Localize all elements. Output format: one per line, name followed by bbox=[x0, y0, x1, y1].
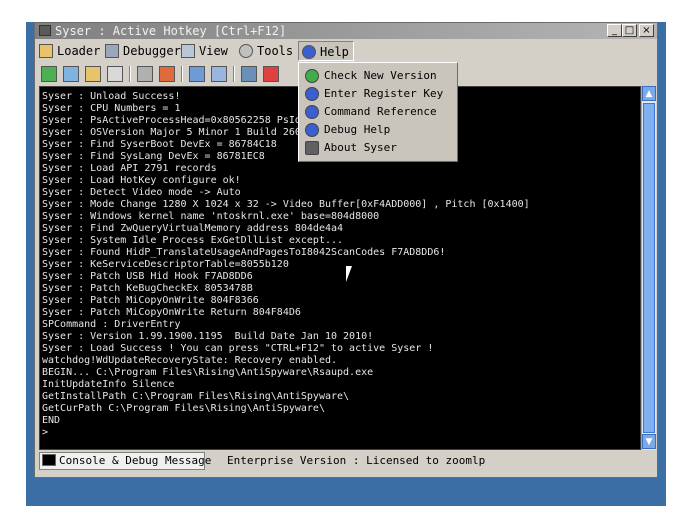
tools-icon bbox=[239, 44, 253, 58]
menu-loader-label: Loader bbox=[57, 44, 101, 58]
console-line: BEGIN... C:\Program Files\Rising\AntiSpy… bbox=[42, 367, 374, 378]
menu-item-debug-help[interactable]: Debug Help bbox=[301, 121, 455, 139]
console-line: Syser : Windows kernel name 'ntoskrnl.ex… bbox=[42, 211, 380, 222]
console-line: Syser : Mode Change 1280 X 1024 x 32 -> … bbox=[42, 199, 530, 210]
status-bar: Console & Debug Message Enterprise Versi… bbox=[39, 452, 657, 470]
console-icon bbox=[42, 454, 56, 466]
stop-icon[interactable] bbox=[159, 66, 175, 82]
toolbar-separator bbox=[233, 66, 235, 82]
console-line: SPCommand : DriverEntry bbox=[42, 319, 181, 330]
close-button[interactable]: × bbox=[639, 24, 654, 37]
menu-item-command-reference[interactable]: Command Reference bbox=[301, 103, 455, 121]
tab-console-debug-message[interactable]: Console & Debug Message bbox=[39, 452, 211, 470]
console-line: Syser : Patch MiCopyOnWrite Return 804F8… bbox=[42, 307, 301, 318]
open-icon[interactable] bbox=[41, 66, 57, 82]
menu-loader[interactable]: Loader bbox=[39, 41, 100, 61]
menu-bar: Loader Debugger View Tools Help bbox=[35, 40, 657, 62]
breakpoint-icon[interactable] bbox=[241, 66, 257, 82]
debugger-icon bbox=[105, 44, 119, 58]
console-line: GetCurPath C:\Program Files\Rising\AntiS… bbox=[42, 403, 325, 414]
console-line: Syser : Load HotKey configure ok! bbox=[42, 175, 241, 186]
trace-icon[interactable] bbox=[211, 66, 227, 82]
maximize-button[interactable]: □ bbox=[622, 24, 637, 37]
menu-item-about-syser[interactable]: About Syser bbox=[301, 139, 455, 157]
tab-console-label: Console & Debug Message bbox=[59, 454, 212, 467]
menu-item-check-new-version[interactable]: Check New Version bbox=[301, 67, 455, 85]
menu-help[interactable]: Help bbox=[298, 41, 354, 61]
step-icon[interactable] bbox=[189, 66, 205, 82]
toolbar-separator bbox=[129, 66, 131, 82]
app-icon bbox=[39, 25, 51, 36]
refresh-icon[interactable] bbox=[63, 66, 79, 82]
menu-item-label: About Syser bbox=[324, 141, 397, 154]
module-icon[interactable] bbox=[85, 66, 101, 82]
scroll-up-icon[interactable]: ▲ bbox=[642, 86, 656, 101]
console-line: watchdog!WdUpdateRecoveryState: Recovery… bbox=[42, 355, 338, 366]
menu-debugger-label: Debugger bbox=[123, 44, 181, 58]
menu-item-enter-register-key[interactable]: Enter Register Key bbox=[301, 85, 455, 103]
menu-item-label: Enter Register Key bbox=[324, 87, 444, 100]
globe-icon bbox=[305, 69, 319, 83]
console-line: END bbox=[42, 415, 61, 426]
console-line: Syser : Find ZwQueryVirtualMemory addres… bbox=[42, 223, 344, 234]
console-line: Syser : Patch USB Hid Hook F7AD8DD6 bbox=[42, 271, 253, 282]
scroll-down-icon[interactable]: ▼ bbox=[642, 434, 656, 449]
console-line: Syser : Load API 2791 records bbox=[42, 163, 217, 174]
console-line: Syser : Patch MiCopyOnWrite 804F8366 bbox=[42, 295, 259, 306]
menu-view-label: View bbox=[199, 44, 228, 58]
console-line: Syser : Patch KeBugCheckEx 8053478B bbox=[42, 283, 253, 294]
help-dropdown-menu: Check New Version Enter Register Key Com… bbox=[298, 62, 458, 162]
console-line: Syser : Load Success ! You can press "CT… bbox=[42, 343, 434, 354]
window-title: Syser : Active Hotkey [Ctrl+F12] bbox=[55, 24, 287, 38]
help-icon bbox=[302, 45, 316, 59]
console-line: Syser : System Idle Process ExGetDllList… bbox=[42, 235, 344, 246]
toolbar-separator bbox=[181, 66, 183, 82]
windows-icon[interactable] bbox=[137, 66, 153, 82]
scroll-thumb[interactable] bbox=[643, 103, 655, 433]
menu-item-label: Command Reference bbox=[324, 105, 437, 118]
help-circle-icon bbox=[305, 87, 319, 101]
minimize-button[interactable]: _ bbox=[607, 24, 622, 37]
menu-item-label: Check New Version bbox=[324, 69, 437, 82]
menu-item-label: Debug Help bbox=[324, 123, 391, 136]
console-line: Syser : KeServiceDescriptorTable=8055b12… bbox=[42, 259, 289, 270]
console-line: > bbox=[42, 427, 49, 438]
document-icon[interactable] bbox=[107, 66, 123, 82]
mouse-cursor-icon bbox=[346, 266, 352, 282]
title-bar[interactable]: Syser : Active Hotkey [Ctrl+F12] _ □ × bbox=[35, 23, 657, 39]
console-line: GetInstallPath C:\Program Files\Rising\A… bbox=[42, 391, 350, 402]
clear-icon[interactable] bbox=[263, 66, 279, 82]
console-line: Syser : Detect Video mode -> Auto bbox=[42, 187, 241, 198]
menu-debugger[interactable]: Debugger bbox=[105, 41, 181, 61]
menu-view[interactable]: View bbox=[181, 41, 228, 61]
menu-tools[interactable]: Tools bbox=[239, 41, 293, 61]
syser-logo-icon bbox=[305, 141, 319, 155]
help-circle-icon bbox=[305, 123, 319, 137]
console-line: InitUpdateInfo Silence bbox=[42, 379, 175, 390]
menu-help-label: Help bbox=[320, 45, 349, 59]
help-circle-icon bbox=[305, 105, 319, 119]
console-line: Syser : Found HidP_TranslateUsageAndPage… bbox=[42, 247, 446, 258]
loader-icon bbox=[39, 44, 53, 58]
license-status: Enterprise Version : Licensed to zoomlp bbox=[227, 454, 486, 467]
console-line: Syser : Version 1.99.1900.1195 Build Dat… bbox=[42, 331, 374, 342]
vertical-scrollbar[interactable]: ▲ ▼ bbox=[641, 86, 656, 450]
view-icon bbox=[181, 44, 195, 58]
menu-tools-label: Tools bbox=[257, 44, 294, 58]
